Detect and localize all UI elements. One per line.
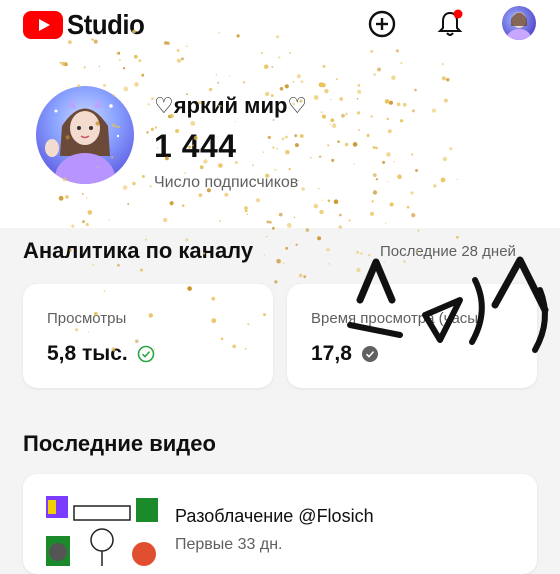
sparkle-dot [371, 270, 373, 273]
thumbnail-art-icon [46, 496, 158, 566]
views-value: 5,8 тыс. [47, 342, 128, 365]
sparkle-dot [285, 246, 289, 250]
sparkle-dot [276, 258, 281, 264]
create-icon[interactable] [366, 8, 398, 40]
channel-name: ♡яркий мир♡ [154, 93, 308, 118]
views-label: Просмотры [47, 310, 127, 327]
channel-profile: ♡яркий мир♡ 1 444 Число подписчиков [0, 48, 560, 228]
video-title: Разоблачение @Flosich [175, 506, 374, 526]
channel-avatar-art-icon [45, 98, 120, 184]
sparkle-dot [305, 228, 310, 232]
subscriber-count: 1 444 [154, 128, 237, 164]
video-list-item[interactable]: Разоблачение @Flosich Первые 33 дн. [23, 474, 537, 574]
sparkle-dot [295, 243, 298, 246]
sparkle-dot [117, 263, 120, 267]
check-circle-icon [137, 345, 155, 363]
avatar-art-icon [507, 12, 531, 40]
watch-time-label: Время просмотра (часы) [311, 310, 484, 327]
watch-time-value: 17,8 [311, 342, 352, 365]
recent-videos-title: Последние видео [23, 431, 216, 456]
notification-bell-icon[interactable] [434, 8, 466, 40]
subscriber-label: Число подписчиков [154, 174, 299, 191]
sparkle-dot [417, 229, 420, 232]
analytics-period-label: Последние 28 дней [380, 243, 516, 260]
sparkle-dot [282, 262, 285, 265]
youtube-logo-icon [23, 11, 63, 39]
sparkle-dot [298, 273, 303, 278]
video-meta: Первые 33 дн. [175, 536, 283, 553]
sparkle-dot [328, 263, 330, 265]
sparkle-dot [456, 235, 459, 239]
sparkle-dot [274, 280, 278, 284]
sparkle-dot [360, 252, 363, 255]
notification-dot [453, 9, 463, 19]
sparkle-dot [383, 261, 385, 263]
views-value-row: 5,8 тыс. [47, 342, 155, 366]
studio-logo[interactable]: Studio [23, 9, 151, 41]
sparkle-dot [303, 275, 307, 279]
sparkle-dot [92, 263, 95, 266]
check-circle-icon [361, 346, 378, 362]
sparkle-dot [140, 268, 143, 272]
logo-text: Studio [67, 9, 145, 40]
sparkle-dot [356, 267, 361, 273]
views-card[interactable]: Просмотры 5,8 тыс. [23, 284, 273, 388]
top-app-bar: Studio [0, 0, 560, 48]
sparkle-dot [317, 236, 322, 241]
sparkle-dot [265, 235, 268, 238]
sparkle-dot [356, 250, 360, 254]
channel-analytics-title: Аналитика по каналу [23, 238, 254, 263]
watch-time-card[interactable]: Время просмотра (часы) 17,8 [287, 284, 537, 388]
watch-time-value-row: 17,8 [311, 342, 379, 366]
sparkle-dot [368, 254, 371, 257]
video-thumbnail[interactable] [46, 496, 158, 566]
sparkle-dot [263, 254, 265, 256]
sparkle-dot [403, 260, 406, 263]
account-avatar[interactable] [502, 6, 536, 40]
sparkle-dot [326, 248, 330, 252]
channel-avatar[interactable] [36, 86, 134, 184]
